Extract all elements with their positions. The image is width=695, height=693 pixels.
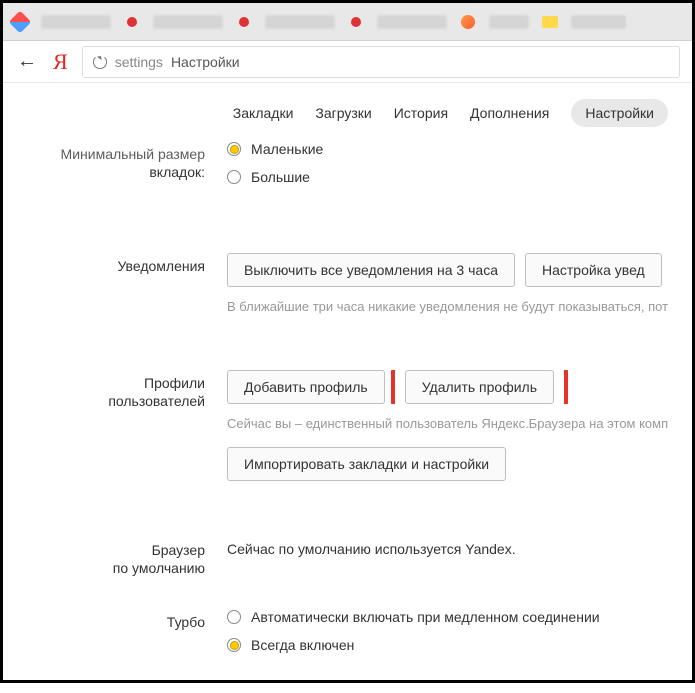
address-title: Настройки (171, 54, 240, 70)
radio-icon (227, 142, 241, 156)
tab-settings[interactable]: Настройки (571, 99, 668, 127)
radio-turbo-always[interactable]: Всегда включен (227, 637, 692, 653)
label-tab-size-l2: вкладок: (3, 163, 205, 181)
tab-favicon-5[interactable] (459, 13, 477, 31)
delete-profile-highlight: Удалить профиль (391, 370, 568, 404)
address-field[interactable]: settings Настройки (82, 46, 680, 78)
label-profiles-l2: пользователей (3, 392, 205, 410)
row-default-browser: Браузер по умолчанию Сейчас по умолчанию… (3, 537, 692, 577)
radio-turbo-auto[interactable]: Автоматически включать при медленном сое… (227, 609, 692, 625)
radio-label-small: Маленькие (251, 141, 323, 157)
radio-icon (227, 170, 241, 184)
label-profiles-l1: Профили (3, 374, 205, 392)
tab-title-blur-2 (153, 15, 223, 29)
tab-favicon-1[interactable] (11, 13, 29, 31)
tab-favicon-3[interactable] (235, 13, 253, 31)
label-default-browser-l1: Браузер (3, 541, 205, 559)
radio-icon (227, 638, 241, 652)
delete-profile-button[interactable]: Удалить профиль (405, 370, 554, 404)
radio-label-auto: Автоматически включать при медленном сое… (251, 609, 600, 625)
label-turbo: Турбо (3, 609, 227, 665)
row-turbo: Турбо Автоматически включать при медленн… (3, 609, 692, 665)
tab-title-blur-5 (489, 15, 529, 29)
label-tab-size: Минимальный размер вкладок: (3, 141, 227, 197)
tab-favicon-2[interactable] (123, 13, 141, 31)
label-tab-size-l1: Минимальный размер (3, 145, 205, 163)
browser-tab-strip (3, 3, 692, 41)
label-default-browser-l2: по умолчанию (3, 559, 205, 577)
address-prefix: settings (115, 54, 163, 70)
tab-favicon-6[interactable] (541, 13, 559, 31)
tab-title-blur-1 (41, 15, 111, 29)
add-profile-button[interactable]: Добавить профиль (227, 370, 385, 404)
default-browser-text: Сейчас по умолчанию используется Yandex. (227, 537, 692, 557)
radio-label-large: Большие (251, 169, 310, 185)
tab-title-blur-4 (377, 15, 447, 29)
notification-settings-button[interactable]: Настройка увед (525, 253, 662, 287)
settings-nav-tabs: Закладки Загрузки История Дополнения Нас… (3, 83, 692, 141)
radio-label-always: Всегда включен (251, 637, 354, 653)
tab-addons[interactable]: Дополнения (470, 105, 549, 121)
profiles-hint: Сейчас вы – единственный пользователь Ян… (227, 416, 692, 431)
yandex-logo[interactable]: Я (53, 49, 68, 75)
address-bar-row: ← Я settings Настройки (3, 41, 692, 83)
tab-title-blur-3 (265, 15, 335, 29)
label-notifications: Уведомления (3, 253, 227, 314)
import-bookmarks-button[interactable]: Импортировать закладки и настройки (227, 447, 506, 481)
radio-tabsize-large[interactable]: Большие (227, 169, 692, 185)
label-profiles: Профили пользователей (3, 370, 227, 481)
tab-bookmarks[interactable]: Закладки (233, 105, 294, 121)
tab-downloads[interactable]: Загрузки (315, 105, 371, 121)
row-profiles: Профили пользователей Добавить профиль У… (3, 370, 692, 481)
row-tab-size: Минимальный размер вкладок: Маленькие Бо… (3, 141, 692, 197)
tab-favicon-4[interactable] (347, 13, 365, 31)
notifications-hint: В ближайшие три часа никакие уведомления… (227, 299, 692, 314)
back-button[interactable]: ← (15, 50, 39, 73)
radio-icon (227, 610, 241, 624)
row-notifications: Уведомления Выключить все уведомления на… (3, 253, 692, 314)
reload-icon[interactable] (93, 55, 107, 69)
radio-tabsize-small[interactable]: Маленькие (227, 141, 692, 157)
mute-notifications-button[interactable]: Выключить все уведомления на 3 часа (227, 253, 515, 287)
label-default-browser: Браузер по умолчанию (3, 537, 227, 577)
settings-body: Минимальный размер вкладок: Маленькие Бо… (3, 141, 692, 693)
tab-history[interactable]: История (394, 105, 448, 121)
tab-title-blur-6 (571, 15, 626, 29)
